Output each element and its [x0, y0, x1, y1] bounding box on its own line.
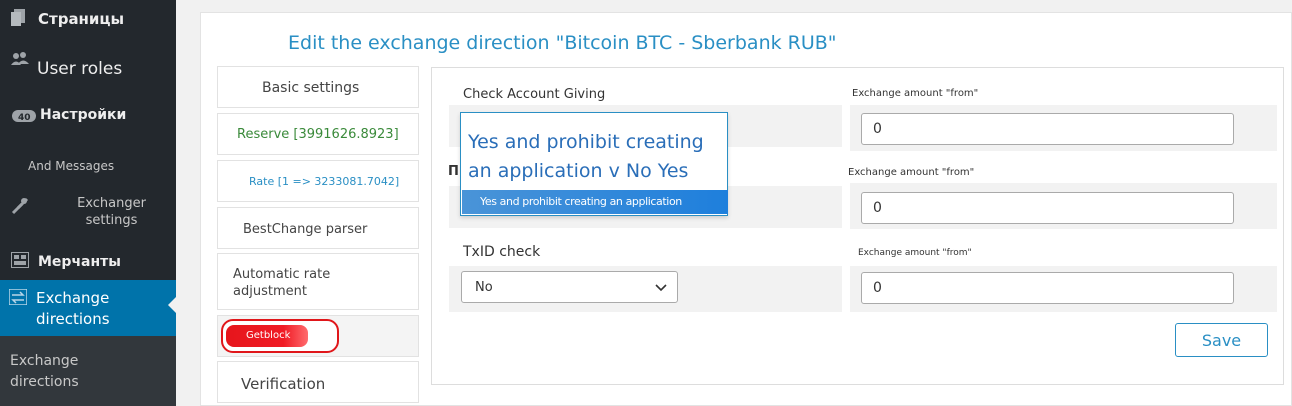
- users-icon: [10, 51, 30, 71]
- dropdown-options-text: Yes and prohibit creating an application…: [468, 131, 704, 182]
- page-title: Edit the exchange direction "Bitcoin BTC…: [288, 32, 837, 54]
- tab-automatic-rate-adjustment[interactable]: Automatic rate adjustment: [217, 253, 419, 310]
- txid-check-label: TxID check: [463, 244, 541, 260]
- amount-from-input[interactable]: 0: [861, 192, 1234, 224]
- getblock-highlight-annotation[interactable]: Getblock: [221, 319, 339, 353]
- row2-label: П: [448, 164, 459, 179]
- exchange-icon: [8, 288, 28, 309]
- wrench-icon: [10, 196, 30, 220]
- amount-from-label: Exchange amount "from": [852, 88, 979, 99]
- amount-from-input[interactable]: 0: [861, 113, 1234, 145]
- sidebar-item-exchange-directions-active[interactable]: Exchange directions: [0, 280, 176, 336]
- amount-from-input[interactable]: 0: [861, 272, 1234, 304]
- sidebar-item-exchanger-settings[interactable]: Exchanger settings: [0, 190, 176, 238]
- tab-basic-settings[interactable]: Basic settings: [217, 66, 419, 108]
- sidebar-item-label: Настройки: [40, 107, 127, 123]
- sidebar-item-label: Exchange directions: [36, 289, 110, 328]
- sidebar-item-settings[interactable]: 40 Настройки: [0, 98, 176, 134]
- sidebar-item-pages[interactable]: Страницы: [0, 0, 176, 40]
- merchants-icon: [10, 251, 30, 272]
- select-value: No: [475, 280, 493, 295]
- tab-label: Reserve [3991626.8923]: [237, 127, 399, 142]
- admin-sidebar: Страницы User roles 40 Настройки And Mes…: [0, 0, 176, 406]
- check-account-giving-label: Check Account Giving: [463, 87, 606, 102]
- tab-label: Automatic rate adjustment: [233, 267, 331, 299]
- sidebar-item-merchants[interactable]: Мерчанты: [0, 248, 176, 278]
- sidebar-item-label: User roles: [37, 59, 123, 79]
- dropdown-option-highlighted[interactable]: Yes and prohibit creating an application: [462, 190, 728, 214]
- save-button[interactable]: Save: [1175, 323, 1268, 357]
- sidebar-item-label: Страницы: [38, 10, 125, 28]
- sidebar-item-label: Exchanger settings: [77, 196, 146, 228]
- sidebar-subitem-label: Exchange directions: [10, 353, 79, 390]
- check-account-dropdown[interactable]: Yes and prohibit creating an application…: [460, 112, 728, 216]
- sidebar-item-label: And Messages: [28, 159, 115, 173]
- sidebar-item-label: Мерчанты: [38, 254, 121, 270]
- settings-icon: 40: [12, 106, 36, 128]
- sidebar-item-messages[interactable]: And Messages: [0, 152, 176, 182]
- svg-text:40: 40: [18, 113, 31, 123]
- tab-verification[interactable]: Verification: [217, 361, 419, 403]
- tab-label: Basic settings: [262, 80, 360, 96]
- tab-label: BestChange parser: [243, 222, 368, 237]
- pages-icon: [11, 9, 25, 30]
- sidebar-item-user-roles[interactable]: User roles: [0, 45, 176, 89]
- active-arrow-indicator: [168, 297, 176, 313]
- tab-reserve[interactable]: Reserve [3991626.8923]: [217, 113, 419, 155]
- tab-rate[interactable]: Rate [1 => 3233081.7042]: [217, 160, 419, 202]
- tab-label: Getblock: [226, 325, 308, 347]
- tab-label: Rate [1 => 3233081.7042]: [249, 175, 400, 188]
- amount-from-label: Exchange amount "from": [848, 167, 975, 178]
- tab-label: Verification: [241, 375, 326, 393]
- sidebar-submenu-exchange-directions[interactable]: Exchange directions: [0, 336, 176, 406]
- chevron-down-icon: [655, 281, 667, 296]
- tab-bestchange-parser[interactable]: BestChange parser: [217, 207, 419, 249]
- amount-from-label: Exchange amount "from": [858, 248, 972, 258]
- txid-check-select[interactable]: No: [461, 271, 678, 303]
